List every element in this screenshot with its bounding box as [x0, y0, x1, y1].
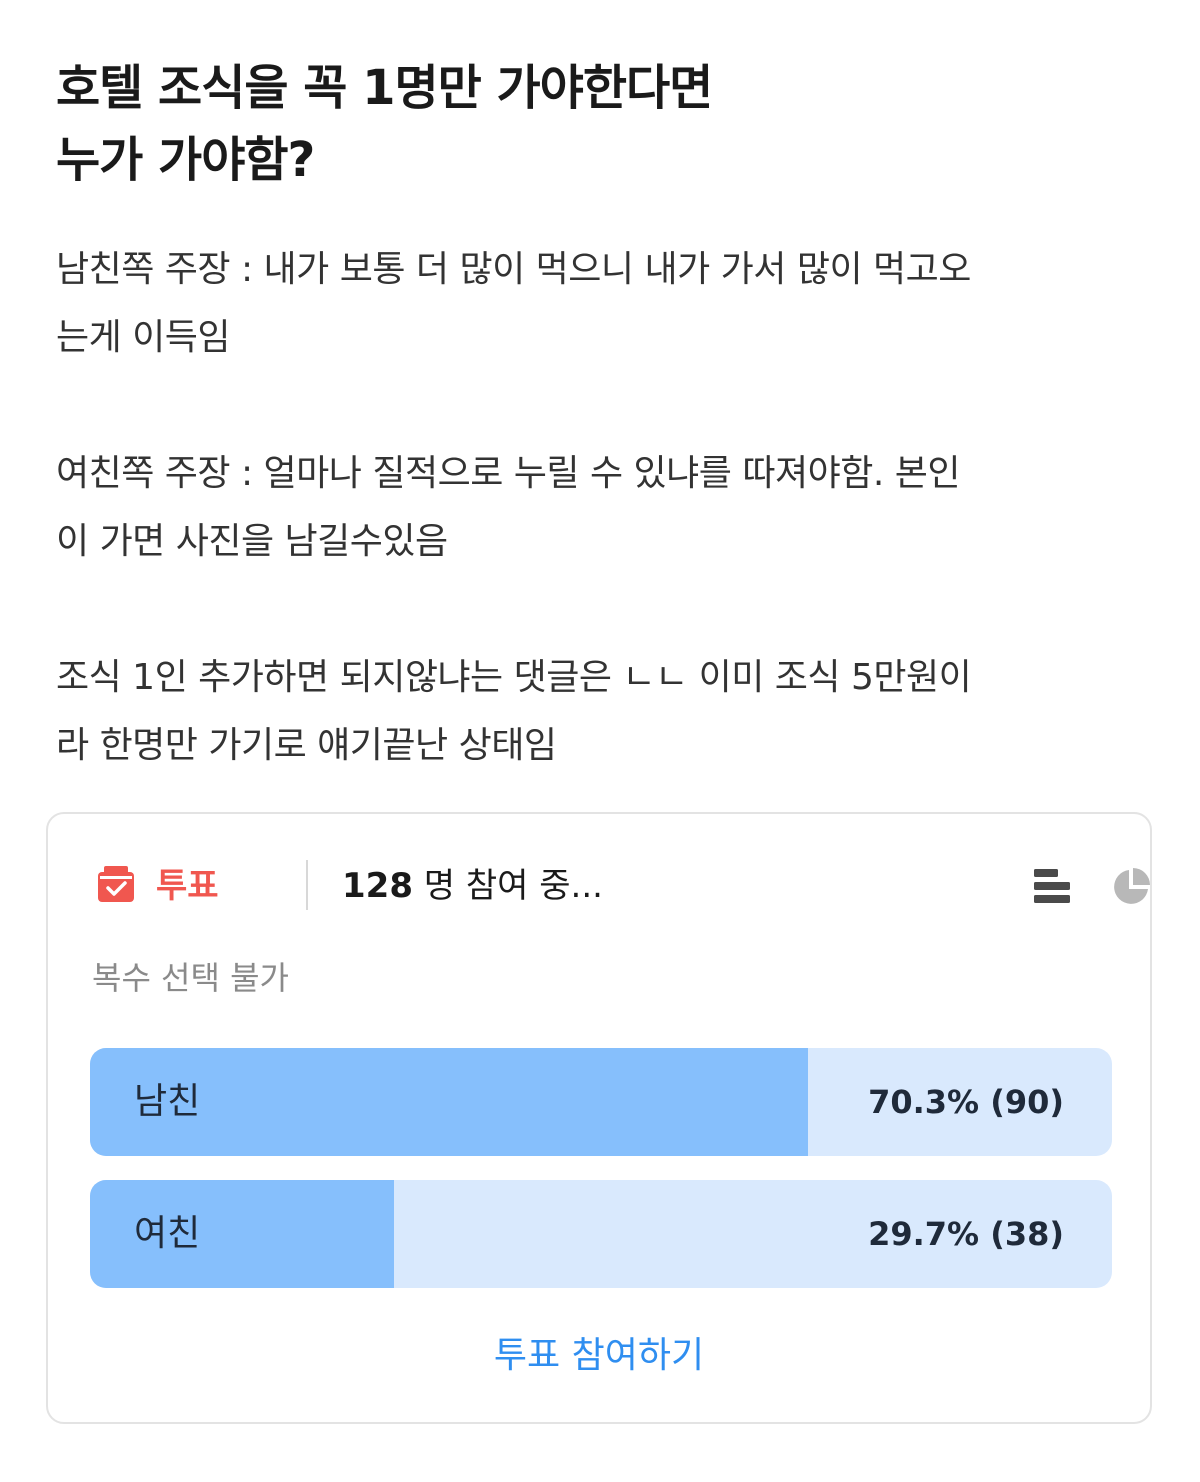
poll-option-boyfriend[interactable]: 남친 70.3% (90) [90, 1048, 1112, 1156]
post-body: 남친쪽 주장 : 내가 보통 더 많이 먹으니 내가 가서 많이 먹고오 는게 … [56, 236, 1146, 780]
poll-header: 투표 128 명 참여 중... [96, 854, 1150, 918]
pie-chart-icon[interactable] [1110, 866, 1152, 908]
post-paragraph-line: 라 한명만 가기로 얘기끝난 상태임 [56, 725, 557, 766]
post-paragraph-line: 이 가면 사진을 남길수있음 [56, 521, 448, 562]
poll-options: 남친 70.3% (90) 여친 29.7% (38) [90, 1048, 1112, 1312]
poll-label: 투표 [156, 866, 219, 906]
poll-option-label: 남친 [134, 1081, 201, 1122]
header-divider [306, 860, 308, 910]
participate-vote-button[interactable]: 투표 참여하기 [48, 1328, 1150, 1384]
poll-card: 투표 128 명 참여 중... 복수 선택 불가 남친 70.3% (90) … [46, 812, 1152, 1424]
post-paragraph-line: 남친쪽 주장 : 내가 보통 더 많이 먹으니 내가 가서 많이 먹고오 [56, 249, 971, 290]
post-title: 호텔 조식을 꼭 1명만 가야한다면 누가 가야함? [56, 52, 1056, 196]
post-paragraph-note: 조식 1인 추가하면 되지않냐는 댓글은 ㄴㄴ 이미 조식 5만원이 라 한명만… [56, 644, 1146, 780]
post-paragraph-line: 여친쪽 주장 : 얼마나 질적으로 누릴 수 있냐를 따져야함. 본인 [56, 453, 960, 494]
post-paragraph-line: 조식 1인 추가하면 되지않냐는 댓글은 ㄴㄴ 이미 조식 5만원이 [56, 657, 972, 698]
post-paragraph-line: 는게 이득임 [56, 317, 231, 358]
post-title-line-1: 호텔 조식을 꼭 1명만 가야한다면 [56, 60, 713, 116]
ballot-box-icon [98, 866, 134, 902]
poll-option-result: 29.7% (38) [868, 1215, 1064, 1253]
participants-suffix: 명 참여 중... [412, 866, 603, 906]
post-paragraph-girlfriend-claim: 여친쪽 주장 : 얼마나 질적으로 누릴 수 있냐를 따져야함. 본인 이 가면… [56, 440, 1146, 576]
poll-mode-text: 복수 선택 불가 [92, 959, 289, 997]
poll-option-girlfriend[interactable]: 여친 29.7% (38) [90, 1180, 1112, 1288]
participants-count: 128 [342, 866, 413, 906]
post-paragraph-boyfriend-claim: 남친쪽 주장 : 내가 보통 더 많이 먹으니 내가 가서 많이 먹고오 는게 … [56, 236, 1146, 372]
participants-status: 128 명 참여 중... [342, 864, 603, 908]
bar-chart-icon[interactable] [1032, 866, 1072, 906]
poll-option-result: 70.3% (90) [868, 1083, 1064, 1121]
post-title-line-2: 누가 가야함? [56, 132, 315, 188]
poll-option-label: 여친 [134, 1213, 201, 1254]
